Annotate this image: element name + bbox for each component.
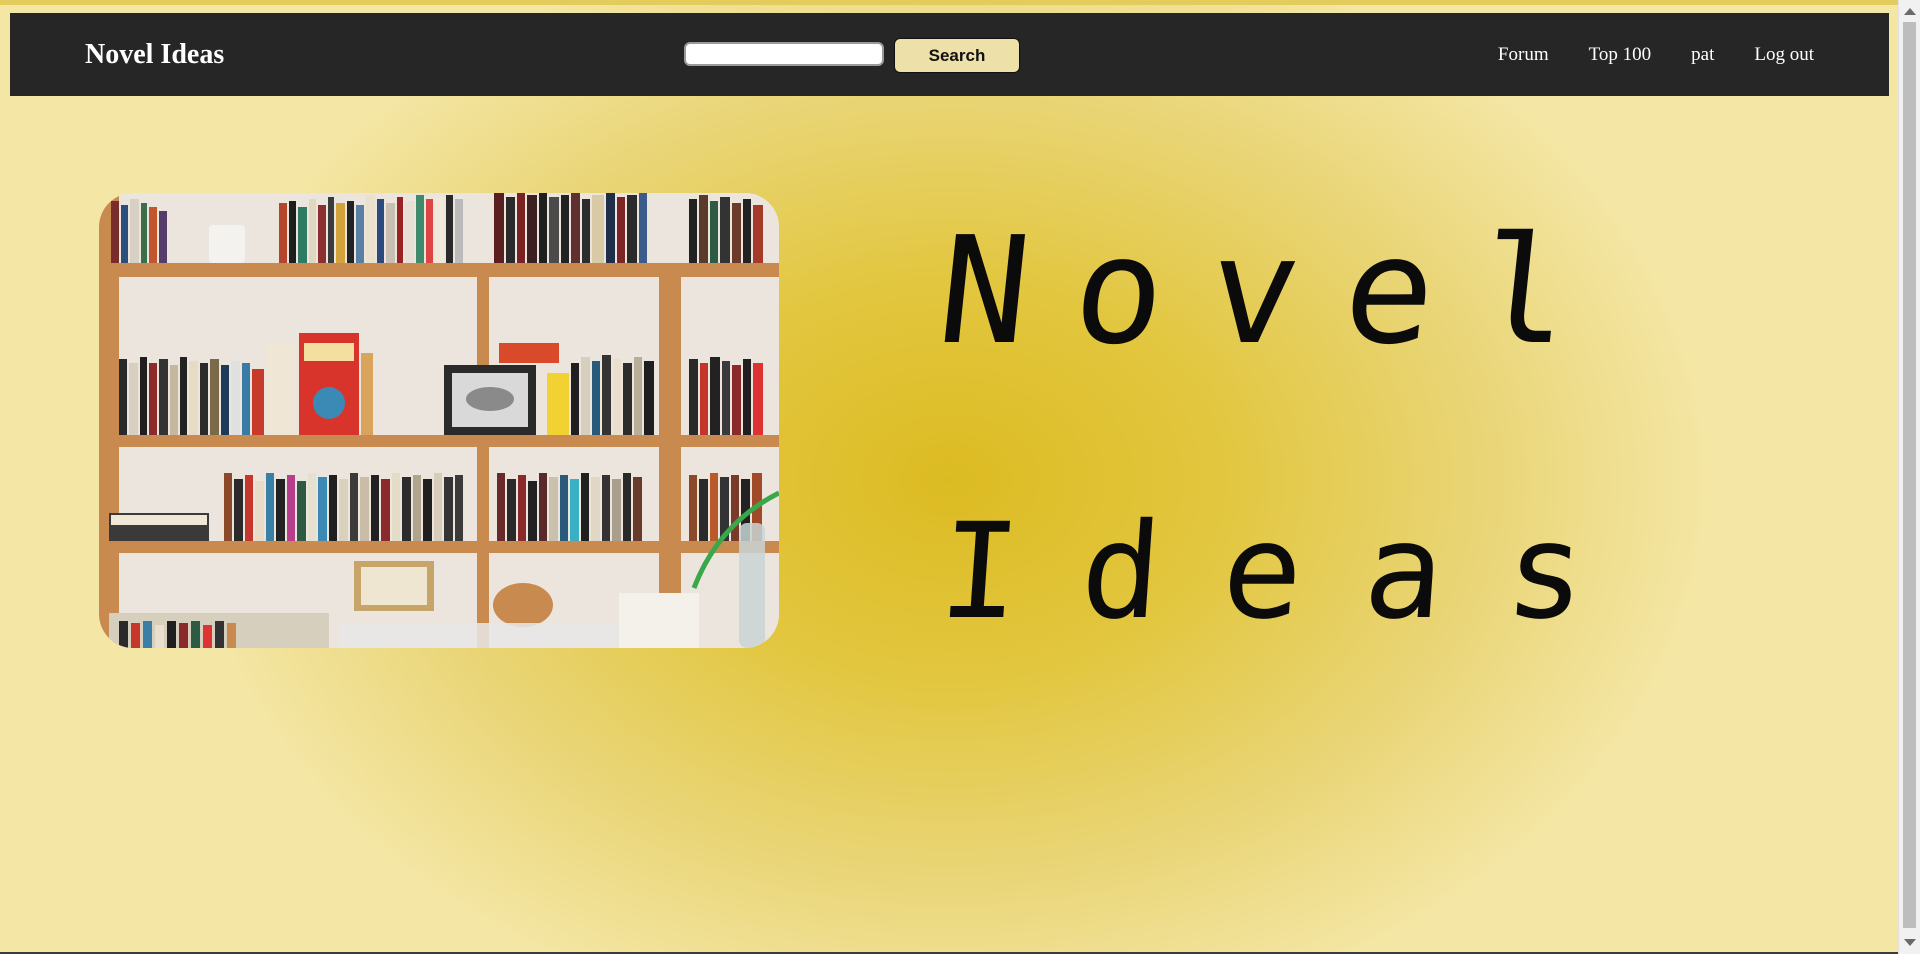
scroll-thumb[interactable] xyxy=(1903,22,1916,928)
search-button[interactable]: Search xyxy=(894,38,1020,73)
brand-title[interactable]: Novel Ideas xyxy=(85,13,224,96)
top-navbar: Novel Ideas Search Forum Top 100 pat Log… xyxy=(10,13,1889,96)
bookshelf-photo xyxy=(99,193,779,648)
search-input[interactable] xyxy=(684,42,884,66)
nav-links: Forum Top 100 pat Log out xyxy=(1498,13,1814,96)
hero-title-novel: Novel xyxy=(930,205,1625,377)
nav-link-log-out[interactable]: Log out xyxy=(1754,44,1814,66)
vertical-scrollbar[interactable] xyxy=(1898,0,1920,954)
hero-title-ideas: Ideas xyxy=(934,495,1653,649)
scroll-down-arrow-icon[interactable] xyxy=(1904,939,1916,946)
nav-link-forum[interactable]: Forum xyxy=(1498,44,1549,66)
page-top-strip xyxy=(0,0,1898,5)
nav-link-user[interactable]: pat xyxy=(1691,44,1714,66)
nav-link-top-100[interactable]: Top 100 xyxy=(1589,44,1652,66)
scroll-up-arrow-icon[interactable] xyxy=(1904,8,1916,15)
bookshelf-illustration xyxy=(99,193,779,648)
